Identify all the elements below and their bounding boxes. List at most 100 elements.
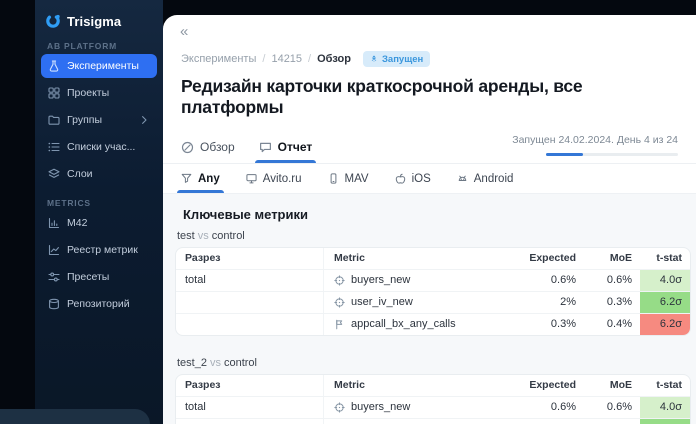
column-header: Expected bbox=[529, 252, 576, 264]
slice-cell: total bbox=[176, 397, 324, 418]
moe-cell: 0.6% bbox=[606, 401, 632, 413]
slice-cell bbox=[176, 292, 324, 313]
comparison-vs: vs bbox=[197, 230, 209, 242]
tabs: Обзор Отчет bbox=[181, 140, 316, 163]
sidebar-footer-panel bbox=[0, 409, 150, 424]
table-row[interactable]: user_iv_new 2% 0.3% 6.2σ bbox=[176, 291, 690, 313]
column-header: t-stat bbox=[656, 379, 682, 391]
rocket-icon bbox=[370, 55, 378, 63]
comparison-control: control bbox=[211, 230, 245, 242]
repo-icon bbox=[48, 298, 60, 310]
sidebar-item-m42[interactable]: M42 bbox=[41, 211, 157, 235]
column-header: t-stat bbox=[656, 252, 682, 264]
filter-mav[interactable]: MAV bbox=[328, 164, 369, 193]
table-row[interactable]: total buyers_new 0.6% 0.6% 4.0σ bbox=[176, 269, 690, 291]
metric-name: user_iv_new bbox=[351, 419, 413, 424]
slice-cell bbox=[176, 314, 324, 335]
table-row[interactable]: appcall_bx_any_calls 0.3% 0.4% 6.2σ bbox=[176, 313, 690, 335]
breadcrumb-separator: / bbox=[308, 53, 312, 65]
slice-cell: total bbox=[176, 270, 324, 291]
tab-report[interactable]: Отчет bbox=[254, 140, 316, 163]
filter-any[interactable]: Any bbox=[177, 164, 224, 193]
monitor-icon bbox=[246, 173, 257, 184]
filter-label: Avito.ru bbox=[262, 172, 302, 185]
sidebar-item-label: Группы bbox=[67, 114, 102, 126]
experiment-progress-bar bbox=[546, 153, 678, 156]
sidebar-item-label: Списки учас... bbox=[67, 141, 136, 153]
comparison-test: test_2 bbox=[177, 357, 207, 369]
main-content: « Эксперименты / 14215 / Обзор Запущен Редиз… bbox=[163, 15, 696, 424]
flag-icon bbox=[334, 319, 345, 330]
column-header: MoE bbox=[609, 252, 632, 264]
filter-android[interactable]: Android bbox=[457, 164, 513, 193]
sidebar-section-label: METRICS bbox=[47, 198, 91, 208]
metric-cell[interactable]: user_iv_new bbox=[324, 292, 506, 313]
metric-name: appcall_bx_any_calls bbox=[351, 318, 456, 330]
sidebar-item-experiments[interactable]: Эксперименты bbox=[41, 54, 157, 78]
sidebar-item-metrics-registry[interactable]: Реестр метрик bbox=[41, 238, 157, 262]
metric-cell[interactable]: buyers_new bbox=[324, 397, 506, 418]
moe-cell: 0.6% bbox=[606, 274, 632, 286]
expected-cell: 0.6% bbox=[550, 401, 576, 413]
breadcrumb-separator: / bbox=[262, 53, 266, 65]
moe-cell: 0.3% bbox=[606, 296, 632, 308]
collapse-sidebar-button[interactable]: « bbox=[180, 24, 198, 39]
sidebar-item-layers[interactable]: Слои bbox=[41, 162, 157, 186]
comparison-label: test vs control bbox=[177, 230, 696, 242]
filter-avito-ru[interactable]: Avito.ru bbox=[246, 164, 302, 193]
app-window: Trisigma AB PLATFORM Эксперименты Проект… bbox=[0, 0, 696, 424]
metric-cell[interactable]: user_iv_new bbox=[324, 419, 506, 424]
sidebar-item-label: Эксперименты bbox=[67, 60, 139, 72]
comparison-vs: vs bbox=[209, 357, 221, 369]
trisigma-logo-icon bbox=[45, 13, 61, 29]
t-stat-cell: 4.0σ bbox=[640, 397, 690, 418]
experiment-progress-fill bbox=[546, 153, 583, 156]
sidebar-item-projects[interactable]: Проекты bbox=[41, 81, 157, 105]
chart-icon bbox=[48, 217, 60, 229]
status-badge: Запущен bbox=[362, 51, 431, 67]
sidebar-item-presets[interactable]: Пресеты bbox=[41, 265, 157, 289]
flask-icon bbox=[48, 60, 60, 72]
overview-icon bbox=[181, 141, 194, 154]
metric-cell[interactable]: buyers_new bbox=[324, 270, 506, 291]
key-metrics-title: Ключевые метрики bbox=[183, 207, 308, 222]
breadcrumb-item: Обзор bbox=[317, 53, 351, 65]
comparison-test: test bbox=[177, 230, 195, 242]
tab-label: Отчет bbox=[277, 140, 313, 154]
sidebar-item-label: Реестр метрик bbox=[67, 244, 138, 256]
apple-icon bbox=[395, 173, 406, 184]
logo-text: Trisigma bbox=[67, 13, 122, 29]
filter-label: Any bbox=[198, 172, 220, 185]
breadcrumb-item[interactable]: 14215 bbox=[271, 53, 302, 65]
presets-icon bbox=[48, 271, 60, 283]
sidebar-item-participant-lists[interactable]: Списки учас... bbox=[41, 135, 157, 159]
tab-overview[interactable]: Обзор bbox=[181, 140, 235, 163]
sidebar-item-repository[interactable]: Репозиторий bbox=[41, 292, 157, 316]
sidebar: Trisigma AB PLATFORM Эксперименты Проект… bbox=[35, 0, 163, 424]
run-status: Запущен 24.02.2024. День 4 из 24 bbox=[512, 130, 678, 163]
report-body: Ключевые метрики test vs control Разрез Me… bbox=[163, 194, 696, 424]
breadcrumb: Эксперименты / 14215 / Обзор Запущен bbox=[181, 51, 696, 67]
metric-cell[interactable]: appcall_bx_any_calls bbox=[324, 314, 506, 335]
status-badge-label: Запущен bbox=[381, 53, 424, 65]
tab-label: Обзор bbox=[200, 140, 235, 154]
sidebar-item-groups[interactable]: Группы bbox=[41, 108, 157, 132]
tabs-row: Обзор Отчет Запущен 24.02.2024. День 4 и… bbox=[163, 130, 696, 164]
moe-cell: 0.3% bbox=[584, 419, 640, 424]
android-icon bbox=[457, 173, 468, 184]
t-stat-cell: 6.2σ bbox=[640, 314, 690, 335]
table-header-row: Разрез Metric Expected MoE t-stat bbox=[176, 248, 690, 269]
comparison-control: control bbox=[223, 357, 257, 369]
table-row[interactable]: total buyers_new 0.6% 0.6% 4.0σ bbox=[176, 396, 690, 418]
sidebar-item-label: Пресеты bbox=[67, 271, 110, 283]
page-title: Редизайн карточки краткосрочной аренды, … bbox=[181, 76, 583, 117]
metric-name: buyers_new bbox=[351, 401, 411, 413]
table-row[interactable]: user_iv_new 2% 0.3% 6.2σ bbox=[176, 418, 690, 424]
app-logo[interactable]: Trisigma bbox=[35, 13, 163, 29]
breadcrumb-item[interactable]: Эксперименты bbox=[181, 53, 256, 65]
sidebar-item-label: M42 bbox=[67, 217, 88, 229]
filter-ios[interactable]: iOS bbox=[395, 164, 431, 193]
column-header: Expected bbox=[529, 379, 576, 391]
column-header: Разрез bbox=[176, 248, 324, 269]
comparison-label: test_2 vs control bbox=[177, 357, 696, 369]
